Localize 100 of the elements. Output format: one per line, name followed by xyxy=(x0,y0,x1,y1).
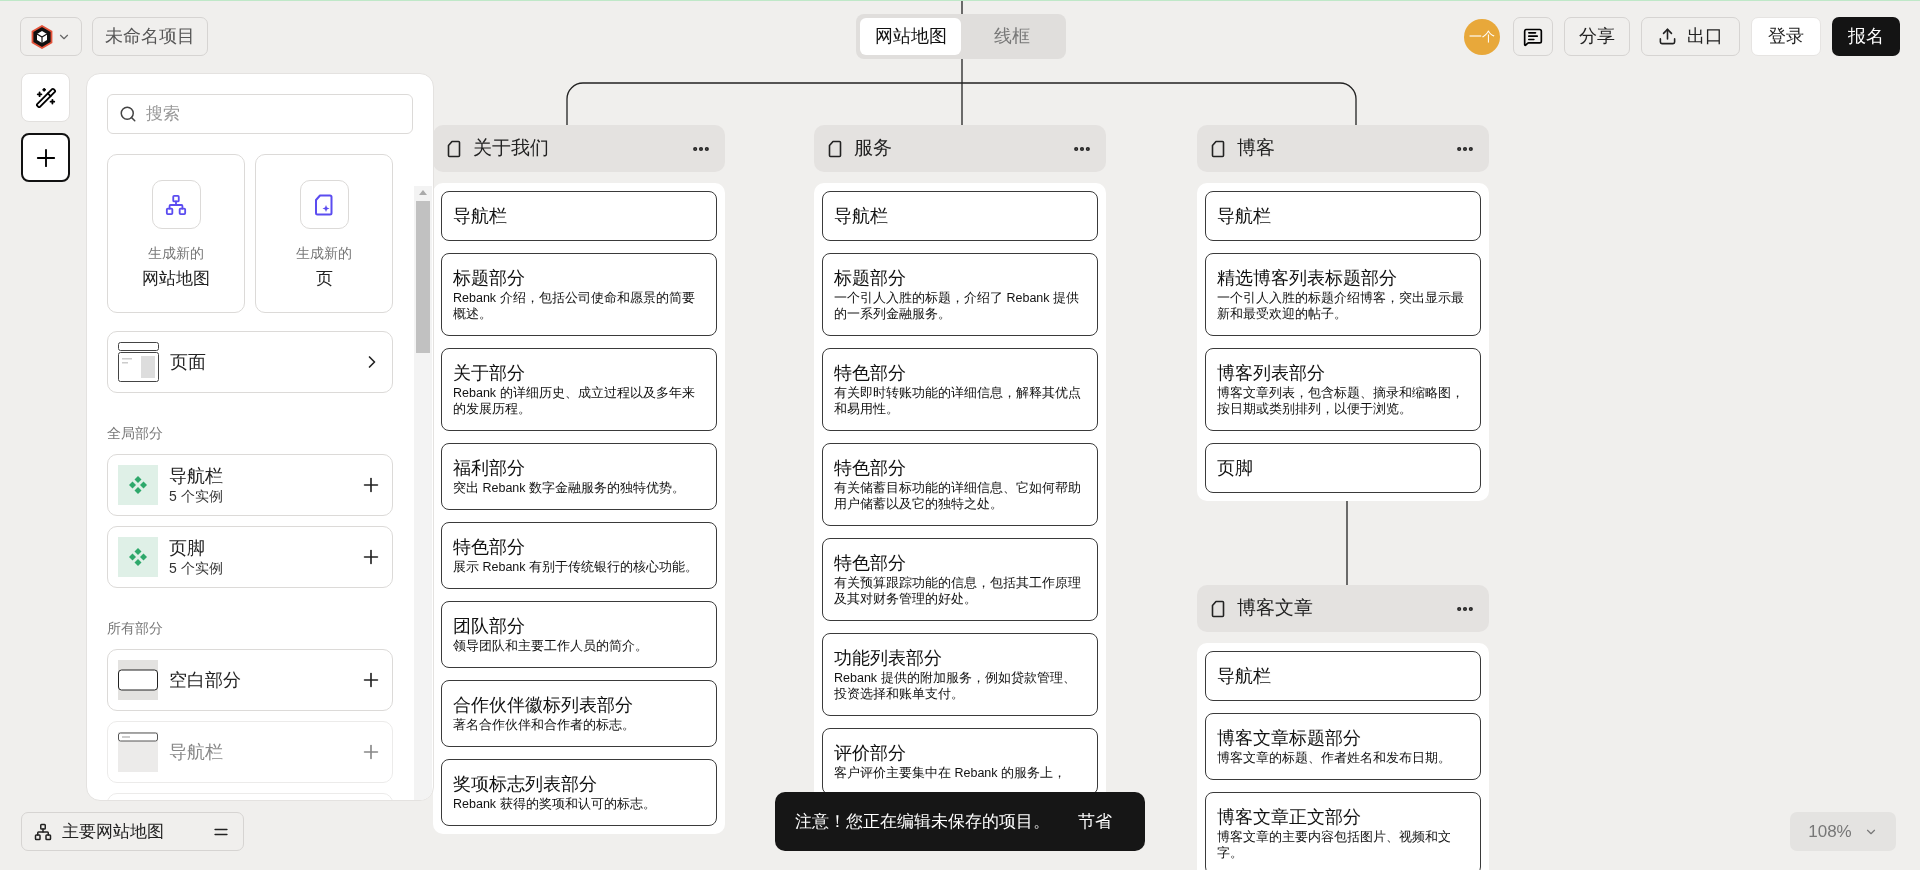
section-card[interactable]: 标题部分 一个引人入胜的标题，介绍了 Rebank 提供的一系列金融服务。 xyxy=(822,253,1098,336)
section-card[interactable]: 精选博客列表标题部分 一个引人入胜的标题介绍博客，突出显示最新和最受欢迎的帖子。 xyxy=(1205,253,1481,336)
page-title: 服务 xyxy=(854,136,893,161)
section-card[interactable]: 博客文章正文部分 博客文章的主要内容包括图片、视频和文字。 xyxy=(1205,792,1481,870)
sitemap-icon xyxy=(165,193,187,216)
section-description: 博客文章的主要内容包括图片、视频和文字。 xyxy=(1217,829,1452,861)
upload-icon xyxy=(1658,27,1677,46)
new-page-icon xyxy=(314,193,334,216)
component-icon xyxy=(118,465,158,505)
comment-icon xyxy=(1523,26,1543,47)
section-card[interactable]: 博客列表部分 博客文章列表，包含标题、摘录和缩略图，按日期或类别排列，以便于浏览。 xyxy=(1205,348,1481,431)
section-card[interactable]: 导航栏 xyxy=(1205,191,1481,241)
section-title: 福利部分 xyxy=(453,457,526,480)
section-card[interactable]: 特色部分 有关即时转账功能的详细信息，解释其优点和易用性。 xyxy=(822,348,1098,431)
section-title: 标题部分 xyxy=(834,267,907,290)
section-card[interactable]: 合作伙伴徽标列表部分 著名合作伙伴和合作者的标志。 xyxy=(441,680,717,747)
section-card[interactable]: 关于部分 Rebank 的详细历史、成立过程以及多年来的发展历程。 xyxy=(441,348,717,431)
page-icon xyxy=(828,139,842,158)
section-description: 著名合作伙伴和合作者的标志。 xyxy=(453,717,636,733)
sitemap-icon xyxy=(34,822,52,841)
section-description: 有关预算跟踪功能的信息，包括其工作原理及其对财务管理的好处。 xyxy=(834,575,1082,607)
section-card[interactable]: 导航栏 xyxy=(441,191,717,241)
section-title: 团队部分 xyxy=(453,615,526,638)
section-description: 一个引人入胜的标题介绍博客，突出显示最新和最受欢迎的帖子。 xyxy=(1217,290,1465,322)
generate-card[interactable]: 生成新的 网站地图 xyxy=(107,154,245,313)
page-header[interactable]: 博客 xyxy=(1197,125,1489,172)
save-button[interactable]: 节省 xyxy=(1078,808,1112,835)
section-card[interactable]: 导航栏 xyxy=(822,191,1098,241)
section-title: 合作伙伴徽标列表部分 xyxy=(453,694,634,717)
section-card[interactable]: 评价部分 客户评价主要集中在 Rebank 的服务上， xyxy=(822,728,1098,795)
section-title: 关于部分 xyxy=(453,362,526,385)
page-icon xyxy=(1211,139,1225,158)
page-title: 关于我们 xyxy=(473,136,550,161)
view-tab[interactable]: 网站地图 xyxy=(860,18,961,55)
section-description: 有关储蓄目标功能的详细信息、它如何帮助用户储蓄以及它的独特之处。 xyxy=(834,480,1082,512)
scrollbar[interactable] xyxy=(414,186,432,800)
page-thumbnail-icon xyxy=(118,342,159,382)
section-title: 博客文章标题部分 xyxy=(1217,727,1362,750)
section-title: 博客文章正文部分 xyxy=(1217,806,1362,829)
section-card[interactable]: 特色部分 有关预算跟踪功能的信息，包括其工作原理及其对财务管理的好处。 xyxy=(822,538,1098,621)
comment-button[interactable] xyxy=(1513,17,1553,56)
pages-row[interactable]: 页面 xyxy=(107,331,393,393)
section-description: 一个引人入胜的标题，介绍了 Rebank 提供的一系列金融服务。 xyxy=(834,290,1081,322)
page-title: 博客文章 xyxy=(1237,596,1314,621)
section-title: 博客列表部分 xyxy=(1217,362,1326,385)
section-description: Rebank 提供的附加服务，例如贷款管理、投资选择和账单支付。 xyxy=(834,670,1077,702)
login-button[interactable]: 登录 xyxy=(1751,17,1821,56)
section-card[interactable]: 功能列表部分 Rebank 提供的附加服务，例如贷款管理、投资选择和账单支付。 xyxy=(822,633,1098,716)
section-description: 博客文章的标题、作者姓名和发布日期。 xyxy=(1217,750,1452,766)
share-button[interactable]: 分享 xyxy=(1564,17,1630,56)
signup-button[interactable]: 报名 xyxy=(1832,17,1900,56)
page-header[interactable]: 关于我们 xyxy=(433,125,725,172)
section-card[interactable]: 福利部分 突出 Rebank 数字金融服务的独特优势。 xyxy=(441,443,717,510)
section-description: 有关即时转账功能的详细信息，解释其优点和易用性。 xyxy=(834,385,1082,417)
section-card[interactable]: 奖项标志列表部分 Rebank 获得的奖项和认可的标志。 xyxy=(441,759,717,826)
section-card[interactable]: 特色部分 展示 Rebank 有别于传统银行的核心功能。 xyxy=(441,522,717,589)
export-button[interactable]: 出口 xyxy=(1641,17,1740,56)
page-icon xyxy=(1211,599,1225,618)
generate-title: 页 xyxy=(315,268,333,290)
section-title: 特色部分 xyxy=(834,457,907,480)
section-title: 页脚 xyxy=(1217,457,1254,480)
section-item[interactable]: 空白部分 xyxy=(107,649,393,711)
page-header[interactable]: 博客文章 xyxy=(1197,585,1489,632)
cube-logo-icon xyxy=(31,24,53,49)
section-item-label: 页脚 xyxy=(169,537,205,559)
instance-count: 5 个实例 xyxy=(169,559,223,577)
section-description: 客户评价主要集中在 Rebank 的服务上， xyxy=(834,765,1068,781)
section-title: 特色部分 xyxy=(453,536,526,559)
page-icon xyxy=(447,139,461,158)
section-card[interactable]: 特色部分 有关储蓄目标功能的详细信息、它如何帮助用户储蓄以及它的独特之处。 xyxy=(822,443,1098,526)
page-title: 博客 xyxy=(1237,136,1276,161)
project-name-button[interactable]: 未命名项目 xyxy=(92,17,208,56)
section-title: 特色部分 xyxy=(834,552,907,575)
logo-menu-button[interactable] xyxy=(20,17,82,56)
section-card[interactable]: 页脚 xyxy=(1205,443,1481,493)
group-heading: 全局部分 xyxy=(107,424,164,443)
sitemap-selector[interactable]: 主要网站地图 xyxy=(21,812,244,851)
section-card[interactable]: 标题部分 Rebank 介绍，包括公司使命和愿景的简要概述。 xyxy=(441,253,717,336)
section-description: Rebank 介绍，包括公司使命和愿景的简要概述。 xyxy=(453,290,696,322)
section-item[interactable]: 导航栏 5 个实例 xyxy=(107,454,393,516)
section-description: Rebank 的详细历史、成立过程以及多年来的发展历程。 xyxy=(453,385,696,417)
page-header[interactable]: 服务 xyxy=(814,125,1106,172)
magic-wand-button[interactable] xyxy=(21,73,70,122)
section-card[interactable]: 导航栏 xyxy=(1205,651,1481,701)
section-description: 领导团队和主要工作人员的简介。 xyxy=(453,638,649,654)
section-item-label: 导航栏 xyxy=(169,741,223,763)
section-description: 博客文章列表，包含标题、摘录和缩略图，按日期或类别排列，以便于浏览。 xyxy=(1217,385,1465,417)
section-description: 展示 Rebank 有别于传统银行的核心功能。 xyxy=(453,559,700,575)
navbar-thumbnail-icon xyxy=(118,732,158,772)
section-item-label: 空白部分 xyxy=(169,669,241,691)
search-field[interactable]: 搜索 xyxy=(107,94,413,134)
section-item-label: 导航栏 xyxy=(169,465,223,487)
zoom-dropdown[interactable]: 108% xyxy=(1790,812,1896,851)
generate-card[interactable]: 生成新的 页 xyxy=(255,154,393,313)
section-card[interactable]: 博客文章标题部分 博客文章的标题、作者姓名和发布日期。 xyxy=(1205,713,1481,780)
section-title: 标题部分 xyxy=(453,267,526,290)
add-button[interactable] xyxy=(21,133,70,182)
section-item[interactable]: 页脚 5 个实例 xyxy=(107,526,393,588)
section-card[interactable]: 团队部分 领导团队和主要工作人员的简介。 xyxy=(441,601,717,668)
section-description: Rebank 获得的奖项和认可的标志。 xyxy=(453,796,657,812)
